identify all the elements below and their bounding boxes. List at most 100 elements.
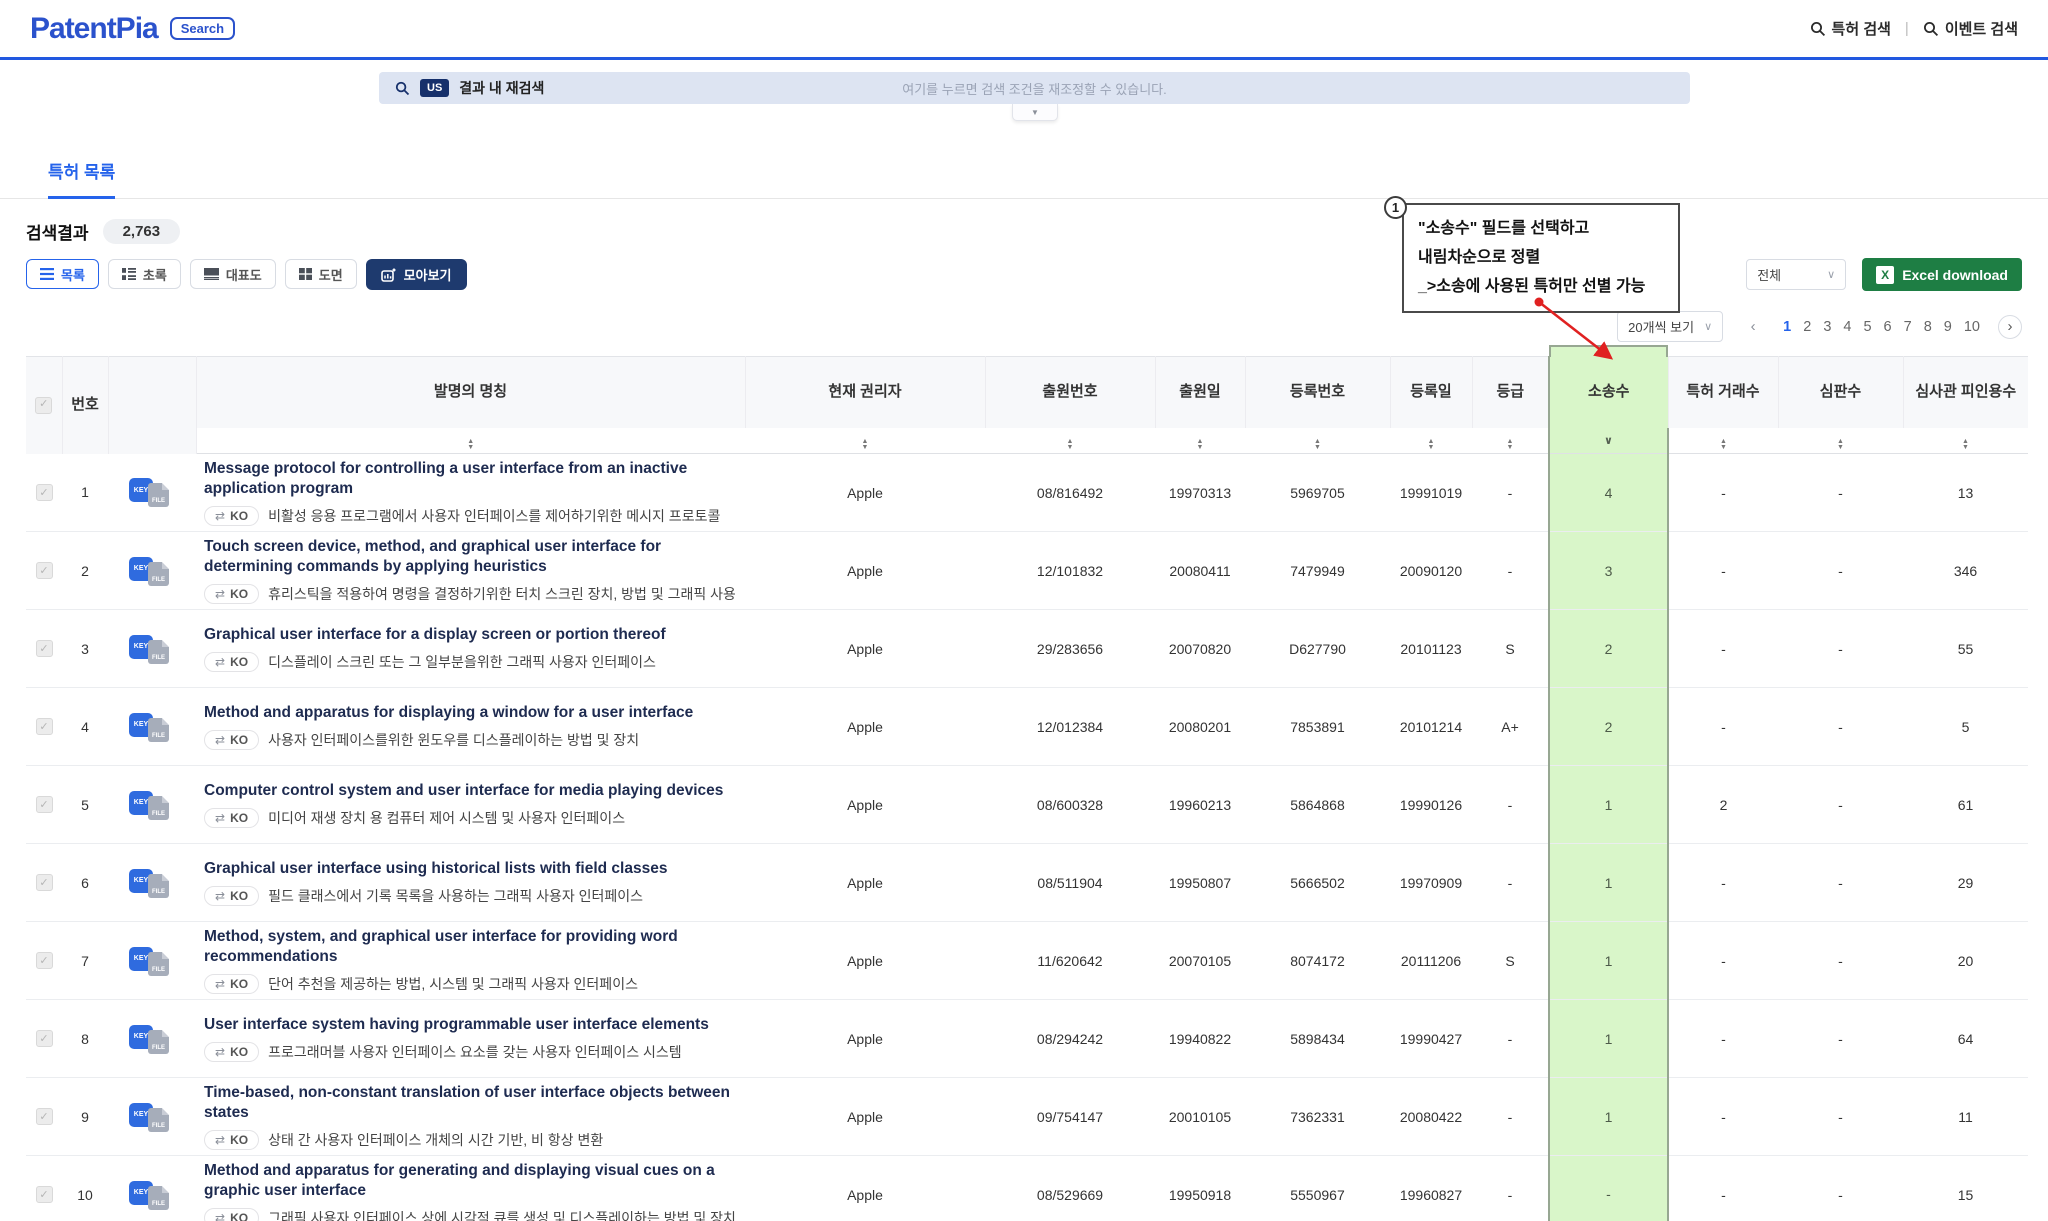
patent-title[interactable]: Time-based, non-constant translation of … [204,1083,735,1123]
header-app-date[interactable]: 출원일 [1155,357,1245,428]
sort-reg-date[interactable]: ▲▼ [1390,428,1472,454]
header-deals[interactable]: 특허 거래수 [1668,357,1778,428]
page-number-7[interactable]: 7 [1904,319,1912,335]
header-app-no[interactable]: 출원번호 [985,357,1155,428]
sort-deals[interactable]: ▲▼ [1668,428,1778,454]
lawsuit-column-highlight-cap [1549,345,1668,357]
row-checkbox[interactable]: ✓ [36,562,53,579]
lawsuit-count-cell: 1 [1549,1000,1668,1078]
page-number-9[interactable]: 9 [1944,319,1952,335]
patent-title[interactable]: Message protocol for controlling a user … [204,459,735,499]
lawsuit-count-cell: 1 [1549,922,1668,1000]
ko-translate-badge[interactable]: ⇄KO [204,974,259,994]
excel-download-button[interactable]: X Excel download [1862,258,2022,291]
patent-title[interactable]: User interface system having programmabl… [204,1015,735,1035]
row-checkbox[interactable]: ✓ [36,1186,53,1203]
patent-title-korean: 비활성 응용 프로그램에서 사용자 인터페이스를 제어하기위한 메시지 프로토콜 [268,506,720,526]
file-icon[interactable]: FILE [148,952,169,976]
file-icon[interactable]: FILE [148,640,169,664]
page-number-10[interactable]: 10 [1964,319,1980,335]
view-rep-drawing-button[interactable]: 대표도 [190,259,276,289]
header-grade[interactable]: 등급 [1472,357,1549,428]
row-checkbox[interactable]: ✓ [36,796,53,813]
sort-assignee[interactable]: ▲▼ [745,428,985,454]
header-citations[interactable]: 심사관 피인용수 [1903,357,2028,428]
row-checkbox[interactable]: ✓ [36,718,53,735]
page-number-2[interactable]: 2 [1803,319,1811,335]
header-lawsuits[interactable]: 소송수 [1549,357,1668,428]
ko-translate-badge[interactable]: ⇄KO [204,1130,259,1150]
patent-title[interactable]: Touch screen device, method, and graphic… [204,537,735,577]
page-number-3[interactable]: 3 [1823,319,1831,335]
patent-title[interactable]: Computer control system and user interfa… [204,781,735,801]
file-icon[interactable]: FILE [148,1186,169,1210]
row-checkbox[interactable]: ✓ [36,640,53,657]
header-reg-date[interactable]: 등록일 [1390,357,1472,428]
select-all-checkbox[interactable]: ✓ [35,397,52,414]
examiner-citation-cell: 13 [1903,454,2028,532]
sort-title[interactable]: ▲▼ [196,428,745,454]
tab-patent-list[interactable]: 특허 목록 [48,158,115,199]
view-abstract-button[interactable]: 초록 [108,259,181,289]
patent-title[interactable]: Graphical user interface for a display s… [204,625,735,645]
sort-grade[interactable]: ▲▼ [1472,428,1549,454]
gather-view-button[interactable]: 모아보기 [366,259,467,290]
prev-page-button[interactable]: ‹ [1741,315,1765,339]
row-checkbox[interactable]: ✓ [36,1030,53,1047]
sort-trials[interactable]: ▲▼ [1778,428,1903,454]
page-number-1[interactable]: 1 [1783,319,1791,335]
research-bar[interactable]: US 결과 내 재검색 여기를 누르면 검색 조건을 재조정할 수 있습니다. [379,72,1690,104]
row-number: 9 [62,1078,108,1156]
ko-translate-badge[interactable]: ⇄KO [204,584,259,604]
view-list-button[interactable]: 목록 [26,259,99,289]
file-icon[interactable]: FILE [148,796,169,820]
file-icon[interactable]: FILE [148,562,169,586]
sort-app-no[interactable]: ▲▼ [985,428,1155,454]
header-trials[interactable]: 심판수 [1778,357,1903,428]
page-number-6[interactable]: 6 [1884,319,1892,335]
header-reg-no[interactable]: 등록번호 [1245,357,1390,428]
header-title[interactable]: 발명의 명칭 [196,357,745,428]
row-checkbox[interactable]: ✓ [36,484,53,501]
page-number-5[interactable]: 5 [1863,319,1871,335]
sort-lawsuits-desc[interactable]: ∨ [1549,428,1668,454]
view-drawing-button[interactable]: 도면 [285,259,357,289]
trial-count-cell: - [1778,610,1903,688]
file-icon[interactable]: FILE [148,874,169,898]
row-number: 2 [62,532,108,610]
file-icon[interactable]: FILE [148,483,169,507]
sort-icon: ▲▼ [1507,439,1514,451]
row-checkbox[interactable]: ✓ [36,952,53,969]
file-icon[interactable]: FILE [148,718,169,742]
file-icon[interactable]: FILE [148,1108,169,1132]
patent-title[interactable]: Graphical user interface using historica… [204,859,735,879]
sort-reg-no[interactable]: ▲▼ [1245,428,1390,454]
ko-translate-badge[interactable]: ⇄KO [204,1042,259,1062]
patent-title[interactable]: Method, system, and graphical user inter… [204,927,735,967]
ko-translate-badge[interactable]: ⇄KO [204,1208,259,1221]
ko-translate-badge[interactable]: ⇄KO [204,886,259,906]
search-collapse-handle[interactable]: ▼ [1012,104,1058,121]
brand-logo[interactable]: PatentPia Search [30,12,235,46]
row-checkbox[interactable]: ✓ [36,1108,53,1125]
ko-translate-badge[interactable]: ⇄KO [204,730,259,750]
page-number-8[interactable]: 8 [1924,319,1932,335]
next-page-button[interactable]: › [1998,315,2022,339]
sort-app-date[interactable]: ▲▼ [1155,428,1245,454]
row-checkbox[interactable]: ✓ [36,874,53,891]
ko-translate-badge[interactable]: ⇄KO [204,808,259,828]
ko-translate-badge[interactable]: ⇄KO [204,652,259,672]
nav-event-search[interactable]: 이벤트 검색 [1923,18,2018,39]
ko-translate-badge[interactable]: ⇄KO [204,506,259,526]
per-page-select[interactable]: 20개씩 보기 ∨ [1617,311,1723,342]
page: PatentPia Search 특허 검색 | 이벤트 검색 US 결과 내 … [0,0,2048,1221]
patent-title[interactable]: Method and apparatus for displaying a wi… [204,703,735,723]
page-number-4[interactable]: 4 [1843,319,1851,335]
filter-select[interactable]: 전체 ∨ [1746,259,1846,290]
sort-citations[interactable]: ▲▼ [1903,428,2028,454]
file-icon[interactable]: FILE [148,1030,169,1054]
row-icons-cell: KEY FILE [108,532,196,610]
nav-patent-search[interactable]: 특허 검색 [1810,18,1891,39]
header-assignee[interactable]: 현재 권리자 [745,357,985,428]
patent-title[interactable]: Method and apparatus for generating and … [204,1161,735,1201]
